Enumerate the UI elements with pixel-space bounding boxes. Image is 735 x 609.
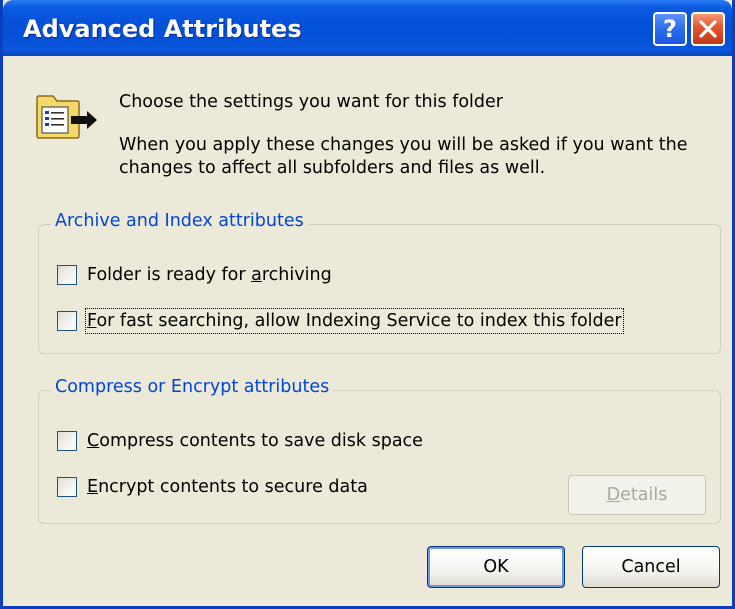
- details-button[interactable]: Details: [568, 475, 706, 515]
- advanced-attributes-dialog: Advanced Attributes ? Choose the setting…: [0, 0, 735, 609]
- dialog-title: Advanced Attributes: [23, 15, 302, 43]
- folder-attributes-icon: [36, 95, 97, 139]
- encrypt-label[interactable]: Encrypt contents to secure data: [86, 475, 369, 499]
- indexing-label[interactable]: For fast searching, allow Indexing Servi…: [85, 308, 624, 334]
- archiving-label[interactable]: Folder is ready for archiving: [86, 263, 333, 287]
- cancel-button[interactable]: Cancel: [582, 546, 720, 588]
- question-mark-icon: ?: [663, 15, 677, 43]
- compress-encrypt-group: Compress or Encrypt attributes Compress …: [38, 377, 721, 524]
- intro-heading: Choose the settings you want for this fo…: [119, 92, 503, 112]
- compress-checkbox[interactable]: [57, 431, 77, 451]
- archiving-checkbox[interactable]: [57, 265, 77, 285]
- encrypt-checkbox[interactable]: [57, 477, 77, 497]
- title-bar[interactable]: Advanced Attributes ?: [3, 0, 732, 56]
- compress-label[interactable]: Compress contents to save disk space: [86, 429, 424, 453]
- dialog-body: Choose the settings you want for this fo…: [3, 56, 732, 606]
- close-icon: [699, 20, 717, 38]
- indexing-checkbox[interactable]: [57, 311, 77, 331]
- intro-description: When you apply these changes you will be…: [119, 135, 688, 178]
- ok-button[interactable]: OK: [427, 546, 565, 588]
- help-button[interactable]: ?: [653, 12, 687, 46]
- compress-encrypt-group-title: Compress or Encrypt attributes: [51, 377, 334, 397]
- archive-index-group: Archive and Index attributes Folder is r…: [38, 211, 721, 354]
- close-button[interactable]: [691, 12, 725, 46]
- archive-index-group-title: Archive and Index attributes: [51, 211, 308, 231]
